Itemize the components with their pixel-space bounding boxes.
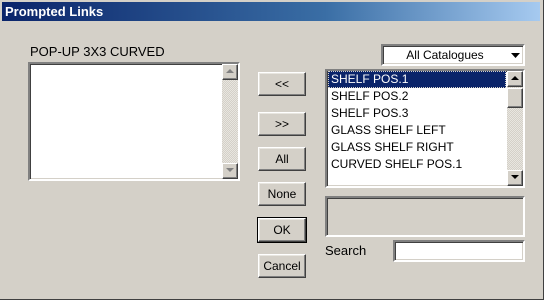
move-right-button[interactable]: >>	[258, 112, 306, 136]
right-scroll-down-button[interactable]	[507, 170, 523, 186]
list-item[interactable]: SHELF POS.3	[328, 105, 506, 122]
list-item[interactable]: SHELF POS.2	[328, 88, 506, 105]
cancel-button[interactable]: Cancel	[258, 254, 306, 278]
left-vertical-scrollbar[interactable]	[222, 64, 238, 179]
arrow-up-icon	[226, 69, 234, 73]
window-title: Prompted Links	[2, 2, 540, 21]
list-item[interactable]: SHELF POS.1	[328, 71, 506, 88]
catalogue-select-value: All Catalogues	[406, 48, 484, 62]
chevron-down-icon	[511, 53, 520, 58]
list-item[interactable]: CURVED SHELF POS.1	[328, 156, 506, 173]
prompted-links-dialog: Prompted Links POP-UP 3X3 CURVED All Cat…	[0, 0, 544, 300]
right-scroll-thumb[interactable]	[507, 88, 523, 108]
right-scroll-up-button[interactable]	[507, 71, 523, 87]
ok-button[interactable]: OK	[257, 217, 307, 243]
catalogue-select[interactable]: All Catalogues	[381, 44, 525, 66]
search-label: Search	[325, 243, 367, 258]
right-vertical-scrollbar[interactable]	[507, 71, 523, 186]
list-item[interactable]: GLASS SHELF RIGHT	[328, 139, 506, 156]
catalogue-item-list: SHELF POS.1 SHELF POS.2 SHELF POS.3 GLASS S…	[327, 71, 507, 186]
left-scroll-up-button[interactable]	[222, 64, 238, 80]
catalogue-dropdown-button[interactable]	[507, 46, 523, 64]
none-button[interactable]: None	[258, 182, 306, 206]
left-list	[30, 64, 222, 179]
arrow-down-icon	[226, 168, 234, 172]
info-box	[325, 196, 525, 237]
arrow-up-icon	[511, 76, 519, 80]
left-scroll-down-button[interactable]	[222, 163, 238, 179]
left-panel-heading: POP-UP 3X3 CURVED	[30, 44, 165, 59]
all-button[interactable]: All	[258, 147, 306, 171]
left-listbox[interactable]	[28, 62, 240, 181]
move-left-button[interactable]: <<	[258, 72, 306, 96]
arrow-down-icon	[511, 175, 519, 179]
search-input[interactable]	[393, 240, 525, 262]
list-item[interactable]: GLASS SHELF LEFT	[328, 122, 506, 139]
catalogue-item-listbox[interactable]: SHELF POS.1 SHELF POS.2 SHELF POS.3 GLASS S…	[325, 69, 525, 188]
